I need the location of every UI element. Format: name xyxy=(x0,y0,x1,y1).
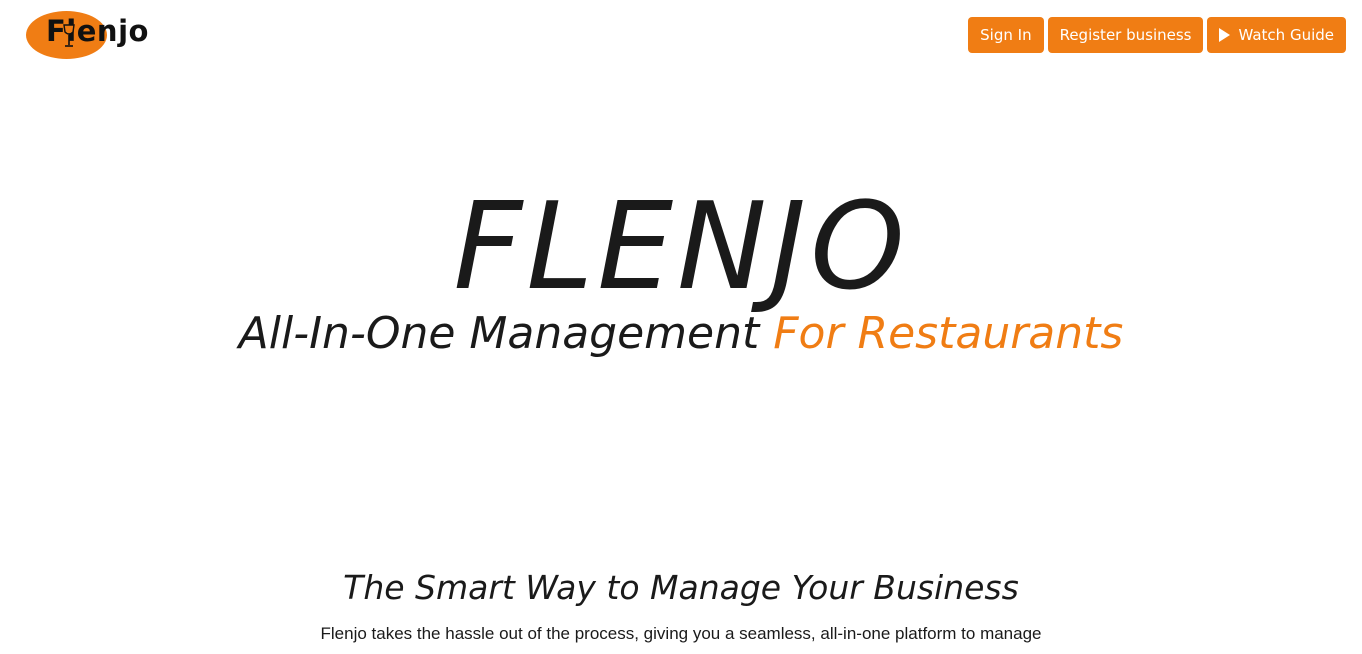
hero-title: FLENJO xyxy=(453,178,909,317)
section-description: Flenjo takes the hassle out of the proce… xyxy=(320,624,1042,643)
wine-glass-icon xyxy=(63,24,75,47)
logo-text: Flenjo xyxy=(46,14,149,48)
register-business-label: Register business xyxy=(1059,26,1192,44)
hero-subtitle-main: All-In-One Management xyxy=(238,308,774,359)
watch-guide-button[interactable]: Watch Guide xyxy=(1207,17,1346,53)
register-business-button[interactable]: Register business xyxy=(1047,17,1204,53)
header-nav: Sign In Register business Watch Guide xyxy=(968,17,1346,53)
brand-logo[interactable]: Flenjo xyxy=(26,11,176,61)
watch-guide-label: Watch Guide xyxy=(1238,26,1334,44)
play-icon xyxy=(1219,28,1231,42)
sign-in-label: Sign In xyxy=(980,26,1032,44)
hero-subtitle-accent: For Restaurants xyxy=(773,308,1124,359)
sign-in-button[interactable]: Sign In xyxy=(968,17,1044,53)
hero-subtitle: All-In-One Management For Restaurants xyxy=(0,306,1362,362)
section-title: The Smart Way to Manage Your Business xyxy=(343,568,1019,607)
